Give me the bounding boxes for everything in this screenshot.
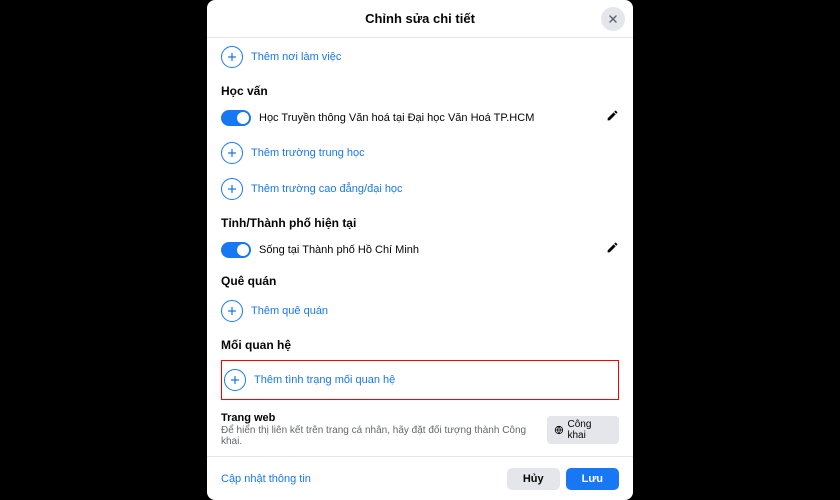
education-title: Học vấn [221,84,619,98]
save-button[interactable]: Lưu [566,468,619,490]
modal-footer: Cập nhật thông tin Hủy Lưu [207,456,633,500]
add-highschool-label: Thêm trường trung học [251,147,365,159]
close-icon [607,13,619,25]
edit-education-button[interactable] [606,109,619,127]
plus-circle-icon [221,46,243,68]
education-toggle[interactable] [221,110,251,126]
globe-icon [554,425,564,435]
plus-circle-icon [221,300,243,322]
pencil-icon [606,241,619,254]
add-college-row[interactable]: Thêm trường cao đẳng/đại học [221,174,619,204]
add-workplace-row[interactable]: Thêm nơi làm việc [221,42,619,72]
website-audience-label: Công khai [567,419,612,441]
relationship-title: Mối quan hệ [221,338,619,352]
cancel-button[interactable]: Hủy [507,468,560,490]
footer-actions: Hủy Lưu [507,468,619,490]
add-workplace-label: Thêm nơi làm việc [251,51,341,63]
add-relationship-row[interactable]: Thêm tình trạng mối quan hệ [224,365,616,395]
add-college-label: Thêm trường cao đẳng/đại học [251,183,403,195]
modal-header: Chỉnh sửa chi tiết [207,0,633,38]
website-title: Trang web [221,412,547,424]
close-button[interactable] [601,7,625,31]
edit-city-button[interactable] [606,241,619,259]
education-entry-label: Học Truyền thông Văn hoá tại Đại học Văn… [259,112,534,124]
website-desc: Để hiển thị liên kết trên trang cá nhân,… [221,425,547,447]
update-info-link[interactable]: Cập nhật thông tin [221,473,311,485]
hometown-title: Quê quán [221,274,619,288]
edit-details-modal: Chỉnh sửa chi tiết Thêm nơi làm việc Học… [207,0,633,500]
current-city-toggle[interactable] [221,242,251,258]
plus-circle-icon [224,369,246,391]
pencil-icon [606,109,619,122]
current-city-title: Tỉnh/Thành phố hiện tại [221,216,619,230]
website-audience-button[interactable]: Công khai [547,416,619,444]
add-highschool-row[interactable]: Thêm trường trung học [221,138,619,168]
plus-circle-icon [221,142,243,164]
modal-title: Chỉnh sửa chi tiết [365,11,475,26]
add-hometown-row[interactable]: Thêm quê quán [221,296,619,326]
current-city-row: Sống tại Thành phố Hồ Chí Minh [221,238,619,262]
plus-circle-icon [221,178,243,200]
relationship-highlight-box: Thêm tình trạng mối quan hệ [221,360,619,400]
current-city-label: Sống tại Thành phố Hồ Chí Minh [259,244,419,256]
add-hometown-label: Thêm quê quán [251,305,328,317]
education-entry-row: Học Truyền thông Văn hoá tại Đại học Văn… [221,106,619,130]
add-relationship-label: Thêm tình trạng mối quan hệ [254,374,395,386]
website-block: Trang web Để hiển thị liên kết trên tran… [221,412,619,447]
modal-body[interactable]: Thêm nơi làm việc Học vấn Học Truyền thô… [207,38,633,456]
